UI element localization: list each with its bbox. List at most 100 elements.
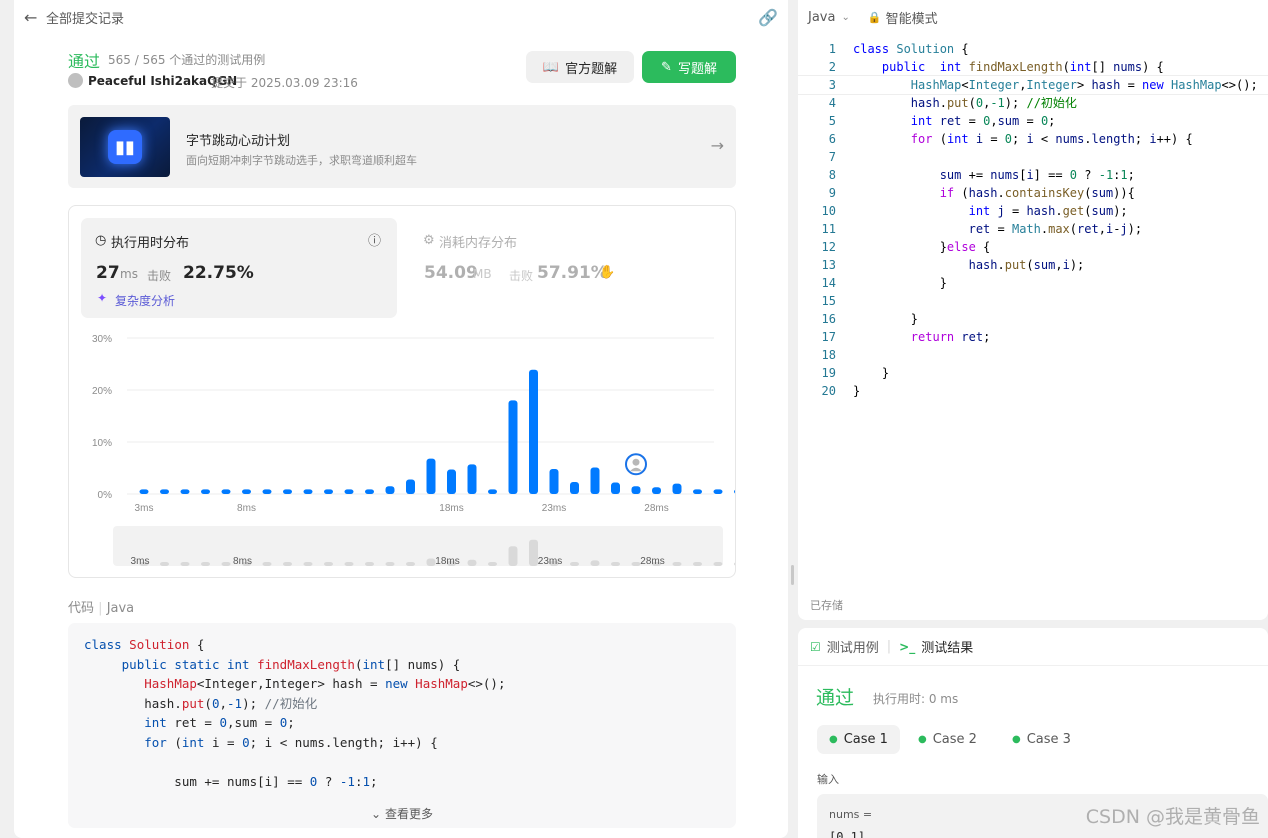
avatar[interactable] xyxy=(68,73,83,88)
chart-bar xyxy=(160,489,169,494)
smart-mode-toggle[interactable]: 智能模式 xyxy=(886,8,938,27)
overview-tick-label: 18ms xyxy=(435,556,459,567)
editor-line[interactable]: 6 for (int i = 0; i < nums.length; i++) … xyxy=(798,130,1268,148)
line-number: 12 xyxy=(821,240,836,254)
overview-bar xyxy=(262,562,272,566)
overview-tick-label: 28ms xyxy=(640,556,664,567)
chart-bar xyxy=(180,489,190,494)
line-number: 16 xyxy=(821,312,836,326)
editor-line[interactable]: 15 xyxy=(798,292,1268,310)
code-line: }else { xyxy=(853,240,991,254)
editor-line[interactable]: 1 class Solution { xyxy=(798,40,1268,58)
y-tick-label: 30% xyxy=(92,334,112,345)
editor-toolbar: Java ⌄ 🔒 智能模式 xyxy=(798,0,1268,34)
line-number: 2 xyxy=(828,60,836,74)
share-link-icon[interactable]: 🔗 xyxy=(758,8,778,27)
code-line: public int findMaxLength(int[] nums) { xyxy=(881,60,1164,74)
overview-bar xyxy=(590,560,600,566)
case-tab-3-label: Case 3 xyxy=(1026,732,1071,747)
line-number: 10 xyxy=(821,204,836,218)
editor-line[interactable]: 5 int ret = 0,sum = 0; xyxy=(798,112,1268,130)
editor-line[interactable]: 12 }else { xyxy=(798,238,1268,256)
overview-bar xyxy=(611,562,620,566)
code-language: Java xyxy=(106,601,135,616)
sparkle-icon: ✦ xyxy=(97,291,108,305)
overview-bar xyxy=(467,559,477,566)
case-tab-3[interactable]: ● Case 3 xyxy=(1000,725,1083,754)
editor-line[interactable]: 17 return ret; xyxy=(798,328,1268,346)
chevron-down-icon[interactable]: ⌄ xyxy=(841,12,849,23)
overview-bar xyxy=(693,562,702,566)
chevron-down-icon: ⌄ xyxy=(371,807,382,821)
line-number: 19 xyxy=(821,366,836,380)
memory-beats-label: 击败 xyxy=(509,269,534,283)
editor-line[interactable]: 7 xyxy=(798,148,1268,166)
code-editor[interactable]: 1 class Solution {2 public int findMaxLen… xyxy=(798,40,1268,410)
overview-bar xyxy=(406,562,415,566)
input-value: [0,1] xyxy=(829,830,866,838)
editor-line[interactable]: 13 hash.put(sum,i); xyxy=(798,256,1268,274)
show-more-button[interactable]: ⌄ 查看更多 xyxy=(68,799,736,828)
back-arrow-icon[interactable]: ← xyxy=(24,8,46,27)
x-tick-label: 3ms xyxy=(135,503,154,514)
input-label: 输入 xyxy=(817,773,839,786)
editor-line[interactable]: 10 int j = hash.get(sum); xyxy=(798,202,1268,220)
arrow-right-icon[interactable]: → xyxy=(711,136,724,155)
y-tick-label: 10% xyxy=(92,438,112,449)
write-solution-button[interactable]: ✎ 写题解 xyxy=(642,51,736,83)
panel-resize-handle[interactable] xyxy=(791,565,794,585)
chart-bar xyxy=(242,489,251,494)
overview-bar xyxy=(488,562,497,566)
chart-bar xyxy=(467,464,477,494)
chart-bar xyxy=(631,486,641,494)
chart-bar xyxy=(344,489,354,494)
editor-line[interactable]: 4 hash.put(0,-1); //初始化 xyxy=(798,94,1268,112)
overview-bar xyxy=(734,562,735,566)
editor-line[interactable]: 11 ret = Math.max(ret,i-j); xyxy=(798,220,1268,238)
code-line: class Solution { xyxy=(853,42,969,56)
performance-stats: ◷ 执行用时分布 ⓘ 27 ms 击败 22.75% ✦ 复杂度分析 ⚙ 消耗内… xyxy=(68,205,736,578)
overview-bar xyxy=(180,562,190,566)
overview-bar xyxy=(283,562,292,566)
case-tab-2[interactable]: ● Case 2 xyxy=(906,725,989,754)
official-solution-button[interactable]: 📖 官方题解 xyxy=(526,51,634,83)
chart-bar xyxy=(713,489,723,494)
case-tab-1[interactable]: ● Case 1 xyxy=(817,725,900,754)
chart-bar xyxy=(201,489,210,494)
runtime-card[interactable]: ◷ 执行用时分布 ⓘ 27 ms 击败 22.75% ✦ 复杂度分析 xyxy=(81,218,397,318)
editor-line[interactable]: 16 } xyxy=(798,310,1268,328)
terminal-icon: >_ xyxy=(899,639,916,654)
overview-brush xyxy=(113,526,723,566)
editor-line[interactable]: 9 if (hash.containsKey(sum)){ xyxy=(798,184,1268,202)
overview-bar xyxy=(365,562,374,566)
editor-line[interactable]: 8 sum += nums[i] == 0 ? -1:1; xyxy=(798,166,1268,184)
tab-testcases[interactable]: 测试用例 xyxy=(827,637,879,656)
overview-bar xyxy=(385,562,395,566)
overview-bar xyxy=(631,562,641,566)
editor-line[interactable]: 20} xyxy=(798,382,1268,400)
x-tick-label: 8ms xyxy=(237,503,256,514)
complexity-analysis-link[interactable]: 复杂度分析 xyxy=(115,292,175,309)
back-to-submissions-link[interactable]: 全部提交记录 xyxy=(46,8,124,27)
overview-bar xyxy=(529,539,538,566)
editor-line[interactable]: 2 public int findMaxLength(int[] nums) { xyxy=(798,58,1268,76)
submitted-code[interactable]: class Solution { public static int findM… xyxy=(68,623,736,828)
line-number: 15 xyxy=(821,294,836,308)
runtime-distribution-chart[interactable]: 30%20%10%0%3ms8ms18ms23ms28ms33ms3ms8ms1… xyxy=(69,326,735,576)
chart-bar xyxy=(221,489,231,494)
editor-line[interactable]: 14 } xyxy=(798,274,1268,292)
promo-banner[interactable]: ▮▮ 字节跳动心动计划 面向短期冲刺字节跳动选手，求职弯道顺利超车 → xyxy=(68,105,736,188)
chart-bar xyxy=(672,483,682,494)
editor-line[interactable]: 18 xyxy=(798,346,1268,364)
editor-line[interactable]: 19 } xyxy=(798,364,1268,382)
code-line: } xyxy=(853,366,890,380)
editor-line[interactable]: 3 HashMap<Integer,Integer> hash = new Ha… xyxy=(798,75,1268,95)
case-tab-2-label: Case 2 xyxy=(932,732,977,747)
chart-bar xyxy=(426,458,436,494)
code-line: ret = Math.max(ret,i-j); xyxy=(968,222,1143,236)
language-select[interactable]: Java xyxy=(808,10,835,25)
memory-card[interactable]: ⚙ 消耗内存分布 54.09 MB 击败 57.91% ✋ xyxy=(409,218,725,318)
code-line: for (int i = 0; i < nums.length; i++) { xyxy=(910,132,1193,146)
info-icon[interactable]: ⓘ xyxy=(368,230,381,249)
tab-test-result[interactable]: 测试结果 xyxy=(921,637,973,656)
